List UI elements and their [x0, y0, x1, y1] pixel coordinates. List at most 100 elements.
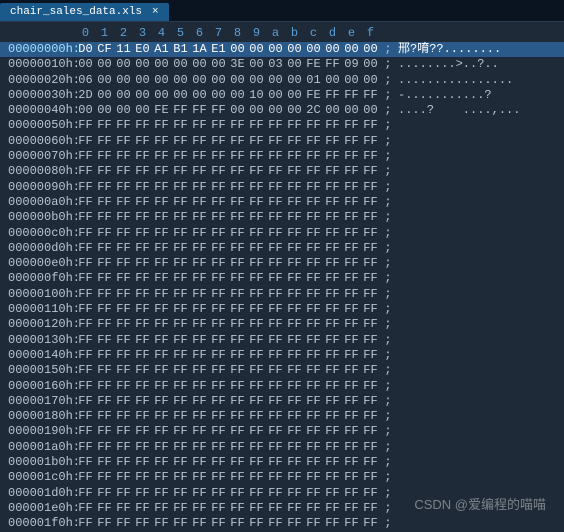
ascii-text[interactable]: ....? ....,... — [396, 103, 520, 118]
hex-byte[interactable]: FF — [209, 470, 228, 485]
hex-byte[interactable]: FF — [247, 134, 266, 149]
hex-byte[interactable]: FF — [152, 394, 171, 409]
hex-byte[interactable]: 00 — [342, 73, 361, 88]
hex-byte[interactable]: FF — [304, 302, 323, 317]
hex-byte[interactable]: FF — [266, 424, 285, 439]
hex-byte[interactable]: FF — [133, 164, 152, 179]
ascii-text[interactable] — [396, 118, 398, 133]
hex-byte[interactable]: FF — [304, 118, 323, 133]
hex-byte[interactable]: FF — [171, 287, 190, 302]
hex-byte[interactable]: FF — [76, 149, 95, 164]
hex-byte[interactable]: FF — [190, 118, 209, 133]
hex-byte[interactable]: FF — [266, 501, 285, 516]
ascii-text[interactable] — [396, 394, 398, 409]
ascii-text[interactable] — [396, 486, 398, 501]
hex-byte[interactable]: FF — [285, 241, 304, 256]
hex-byte[interactable]: FF — [361, 379, 380, 394]
hex-byte[interactable]: FF — [361, 287, 380, 302]
hex-byte[interactable]: FF — [361, 516, 380, 531]
hex-byte[interactable]: FF — [152, 501, 171, 516]
ascii-text[interactable] — [396, 256, 398, 271]
hex-byte[interactable]: FF — [152, 164, 171, 179]
hex-byte[interactable]: FF — [228, 394, 247, 409]
hex-byte[interactable]: FF — [133, 195, 152, 210]
hex-byte[interactable]: FF — [323, 486, 342, 501]
hex-byte[interactable]: FF — [285, 149, 304, 164]
hex-byte[interactable]: FF — [209, 424, 228, 439]
hex-byte[interactable]: FF — [114, 210, 133, 225]
hex-byte[interactable]: FF — [304, 409, 323, 424]
hex-byte[interactable]: 00 — [171, 88, 190, 103]
hex-byte[interactable]: 00 — [190, 88, 209, 103]
hex-byte[interactable]: FF — [114, 455, 133, 470]
hex-byte[interactable]: 00 — [247, 103, 266, 118]
hex-byte[interactable]: FF — [95, 455, 114, 470]
hex-byte[interactable]: FF — [95, 470, 114, 485]
hex-byte[interactable]: FF — [285, 210, 304, 225]
hex-byte[interactable]: FF — [323, 470, 342, 485]
hex-byte[interactable]: FF — [190, 317, 209, 332]
hex-byte[interactable]: FF — [95, 363, 114, 378]
hex-byte[interactable]: FF — [152, 210, 171, 225]
hex-byte[interactable]: FF — [323, 241, 342, 256]
hex-byte[interactable]: FF — [323, 164, 342, 179]
hex-byte[interactable]: FF — [171, 317, 190, 332]
hex-byte[interactable]: FF — [114, 271, 133, 286]
hex-byte[interactable]: FF — [266, 302, 285, 317]
hex-byte[interactable]: FF — [342, 149, 361, 164]
hex-byte[interactable]: FF — [304, 256, 323, 271]
hex-byte[interactable]: FF — [133, 302, 152, 317]
hex-byte[interactable]: FF — [361, 394, 380, 409]
hex-byte[interactable]: FF — [247, 271, 266, 286]
hex-byte[interactable]: FF — [95, 424, 114, 439]
hex-byte[interactable]: FF — [133, 118, 152, 133]
hex-byte[interactable]: 00 — [247, 57, 266, 72]
hex-byte[interactable]: FF — [361, 424, 380, 439]
hex-byte[interactable]: FF — [114, 241, 133, 256]
hex-byte[interactable]: FF — [133, 287, 152, 302]
hex-byte[interactable]: FF — [228, 424, 247, 439]
hex-byte[interactable]: 01 — [304, 73, 323, 88]
hex-byte[interactable]: FF — [304, 501, 323, 516]
hex-byte[interactable]: FF — [228, 516, 247, 531]
hex-byte[interactable]: FF — [95, 501, 114, 516]
hex-byte[interactable]: FF — [76, 455, 95, 470]
hex-byte[interactable]: FF — [323, 88, 342, 103]
hex-byte[interactable]: FF — [247, 394, 266, 409]
hex-byte[interactable]: B1 — [171, 42, 190, 57]
hex-byte[interactable]: FF — [285, 287, 304, 302]
hex-byte[interactable]: FF — [190, 501, 209, 516]
hex-byte[interactable]: FF — [361, 409, 380, 424]
hex-byte[interactable]: FF — [361, 149, 380, 164]
hex-byte[interactable]: FF — [285, 118, 304, 133]
hex-byte[interactable]: FF — [209, 440, 228, 455]
hex-byte[interactable]: FF — [323, 57, 342, 72]
hex-byte[interactable]: FF — [323, 317, 342, 332]
hex-byte[interactable]: FF — [247, 424, 266, 439]
hex-byte[interactable]: FF — [304, 470, 323, 485]
hex-byte[interactable]: FF — [133, 455, 152, 470]
hex-byte[interactable]: FF — [361, 302, 380, 317]
hex-byte[interactable]: FF — [342, 302, 361, 317]
hex-byte[interactable]: FF — [361, 363, 380, 378]
hex-byte[interactable]: FF — [171, 256, 190, 271]
hex-byte[interactable]: FF — [114, 134, 133, 149]
hex-byte[interactable]: FF — [76, 256, 95, 271]
hex-byte[interactable]: FF — [76, 241, 95, 256]
hex-byte[interactable]: FF — [342, 180, 361, 195]
hex-byte[interactable]: FF — [152, 271, 171, 286]
ascii-text[interactable]: -...........? — [396, 88, 492, 103]
hex-byte[interactable]: FF — [342, 226, 361, 241]
hex-byte[interactable]: E0 — [133, 42, 152, 57]
hex-byte[interactable]: FF — [114, 470, 133, 485]
hex-byte[interactable]: FF — [247, 287, 266, 302]
hex-byte[interactable]: FF — [76, 333, 95, 348]
hex-byte[interactable]: 09 — [342, 57, 361, 72]
hex-byte[interactable]: 00 — [171, 57, 190, 72]
ascii-text[interactable] — [396, 424, 398, 439]
hex-byte[interactable]: FF — [266, 486, 285, 501]
hex-byte[interactable]: FF — [304, 516, 323, 531]
hex-row[interactable]: 000000c0h:FFFFFFFFFFFFFFFFFFFFFFFFFFFFFF… — [0, 226, 564, 241]
hex-byte[interactable]: FF — [114, 516, 133, 531]
hex-byte[interactable]: FF — [209, 379, 228, 394]
